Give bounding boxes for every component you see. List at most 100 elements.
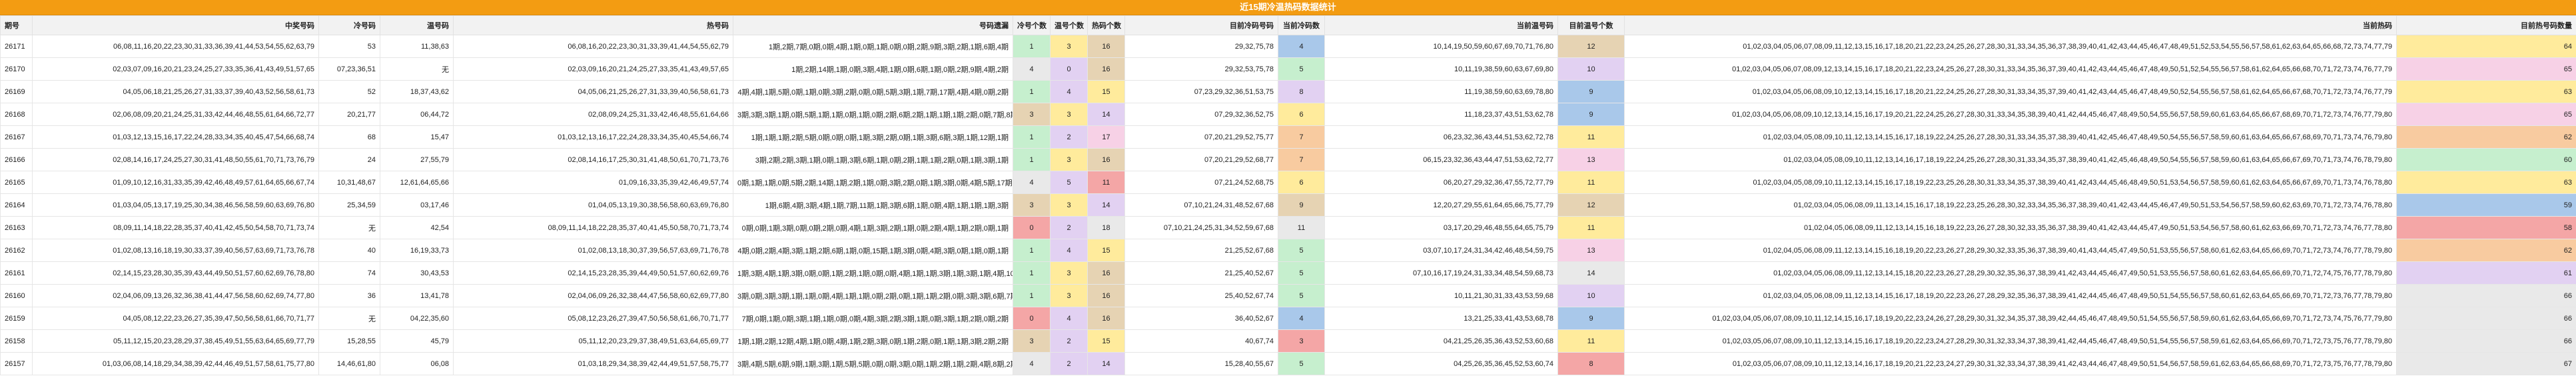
cell-cur-cold: 07,20,21,29,52,75,77 [1124, 125, 1278, 149]
cell-cold-count: 1 [1013, 239, 1051, 262]
table-row: 26169 04,05,06,18,21,25,26,27,31,33,37,39… [0, 80, 2576, 103]
cell-cur-warm: 13,21,25,33,41,43,53,68,78 [1324, 307, 1558, 330]
cell-warm-count: 3 [1050, 193, 1088, 217]
cell-cur-cold: 07,23,29,32,36,51,53,75 [1124, 80, 1278, 103]
cell-hot: 01,09,16,33,35,39,42,46,49,57,74 [453, 171, 733, 194]
cell-issue: 26168 [0, 103, 33, 126]
cell-hot: 04,05,06,21,25,26,27,31,33,39,40,56,58,6… [453, 80, 733, 103]
cell-cur-hot-count: 61 [2396, 261, 2576, 285]
cell-cold: 25,34,59 [318, 193, 380, 217]
cell-cur-hot-count: 66 [2396, 284, 2576, 307]
cell-cur-cold: 36,40,52,67 [1124, 307, 1278, 330]
cell-cur-warm-count: 9 [1557, 103, 1625, 126]
cell-hot: 05,11,12,20,23,29,37,38,49,51,63,64,65,6… [453, 329, 733, 353]
cell-cold: 36 [318, 284, 380, 307]
cell-cur-warm: 04,21,25,26,35,36,43,52,53,60,68 [1324, 329, 1558, 353]
cell-cur-warm-count: 9 [1557, 307, 1625, 330]
cell-issue: 26160 [0, 284, 33, 307]
cell-cur-cold-count: 6 [1278, 171, 1325, 194]
cell-issue: 26164 [0, 193, 33, 217]
cell-cur-hot: 01,02,03,04,05,06,08,09,10,12,13,14,15,1… [1624, 103, 2397, 126]
cell-cur-warm: 06,20,27,29,32,36,47,55,72,77,79 [1324, 171, 1558, 194]
cell-miss: 0期,1期,1期,0期,5期,2期,14期,1期,2期,1期,0期,3期,2期,… [733, 171, 1013, 194]
cell-issue: 26157 [0, 352, 33, 375]
cell-warm: 30,43,53 [380, 261, 454, 285]
cell-cold: 15,28,55 [318, 329, 380, 353]
cell-cur-hot-count: 59 [2396, 193, 2576, 217]
cell-cur-cold-count: 5 [1278, 284, 1325, 307]
cell-hot: 08,09,11,14,18,22,28,35,37,40,41,45,50,5… [453, 216, 733, 239]
table-body: 26171 06,08,11,16,20,22,23,30,31,33,36,39… [0, 35, 2576, 375]
cell-warm: 13,41,78 [380, 284, 454, 307]
cell-hot: 02,14,15,23,28,35,39,44,49,50,51,57,60,6… [453, 261, 733, 285]
cell-issue: 26170 [0, 57, 33, 81]
cell-cur-warm: 11,18,23,37,43,51,53,62,78 [1324, 103, 1558, 126]
cell-cur-hot-count: 65 [2396, 57, 2576, 81]
table-row: 26159 04,05,08,12,22,23,26,27,35,39,47,50… [0, 307, 2576, 330]
cell-cur-hot-count: 63 [2396, 171, 2576, 194]
cell-cur-hot: 01,02,04,05,06,08,09,11,12,13,14,15,16,1… [1624, 216, 2397, 239]
cell-warm-count: 5 [1050, 171, 1088, 194]
cell-warm: 15,47 [380, 125, 454, 149]
cell-miss: 4期,4期,1期,5期,0期,1期,0期,3期,2期,0期,0期,5期,3期,1… [733, 80, 1013, 103]
cell-cold: 40 [318, 239, 380, 262]
cell-warm: 18,37,43,62 [380, 80, 454, 103]
cell-cold-count: 1 [1013, 284, 1051, 307]
cell-hot-count: 16 [1087, 261, 1125, 285]
cell-cur-hot: 01,02,03,04,05,08,09,10,11,12,13,14,16,1… [1624, 148, 2397, 171]
cell-cold: 52 [318, 80, 380, 103]
cell-cold-count: 0 [1013, 307, 1051, 330]
cell-hot: 05,08,12,23,26,27,39,47,50,56,58,61,66,7… [453, 307, 733, 330]
cell-cold-count: 1 [1013, 148, 1051, 171]
cell-hot: 02,08,14,16,17,25,30,31,41,48,50,61,70,7… [453, 148, 733, 171]
cell-issue: 26167 [0, 125, 33, 149]
cell-warm-count: 2 [1050, 125, 1088, 149]
cell-cur-cold: 21,25,40,52,67 [1124, 261, 1278, 285]
cell-cur-warm-count: 10 [1557, 284, 1625, 307]
col-cur-cold: 目前冷码号码 [1124, 15, 1278, 35]
cell-issue: 26169 [0, 80, 33, 103]
cell-cur-warm-count: 10 [1557, 57, 1625, 81]
table-row: 26161 02,14,15,23,28,30,35,39,43,44,49,50… [0, 261, 2576, 285]
cell-warm: 06,08 [380, 352, 454, 375]
cell-miss: 1期,3期,4期,1期,3期,0期,0期,1期,2期,1期,0期,0期,4期,1… [733, 261, 1013, 285]
cell-winning: 02,14,15,23,28,30,35,39,43,44,49,50,51,5… [32, 261, 319, 285]
cell-winning: 05,11,12,15,20,23,28,29,37,38,45,49,51,5… [32, 329, 319, 353]
cell-hot-count: 16 [1087, 148, 1125, 171]
cell-cur-hot-count: 62 [2396, 239, 2576, 262]
cell-cold-count: 3 [1013, 329, 1051, 353]
cell-cur-warm-count: 9 [1557, 80, 1625, 103]
cell-cur-warm-count: 12 [1557, 193, 1625, 217]
cell-warm-count: 3 [1050, 261, 1088, 285]
stats-table: 期号 中奖号码 冷号码 温号码 热号码 号码遗漏 冷号个数 温号个数 热码个数 … [0, 15, 2576, 375]
cell-cur-hot-count: 67 [2396, 352, 2576, 375]
cell-issue: 26162 [0, 239, 33, 262]
cell-miss: 3期,3期,3期,1期,0期,5期,1期,1期,0期,1期,0期,2期,6期,2… [733, 103, 1013, 126]
cell-cur-hot: 01,02,03,04,05,06,08,09,10,12,13,14,15,1… [1624, 80, 2397, 103]
cell-cur-warm: 03,07,10,17,24,31,34,42,46,48,54,59,75 [1324, 239, 1558, 262]
cell-cur-hot-count: 64 [2396, 35, 2576, 58]
cell-warm: 45,79 [380, 329, 454, 353]
col-cold: 冷号码 [318, 15, 380, 35]
cell-issue: 26159 [0, 307, 33, 330]
cell-cur-warm-count: 11 [1557, 329, 1625, 353]
cell-cold-count: 4 [1013, 171, 1051, 194]
cell-cur-cold: 07,10,21,24,25,31,34,52,59,67,68 [1124, 216, 1278, 239]
cell-cold-count: 4 [1013, 352, 1051, 375]
table-row: 26162 01,02,08,13,16,18,19,30,33,37,39,40… [0, 239, 2576, 262]
col-warm-count: 温号个数 [1050, 15, 1088, 35]
col-cur-warm-count: 目前温号个数 [1557, 15, 1625, 35]
cell-issue: 26165 [0, 171, 33, 194]
cell-hot: 01,02,08,13,18,30,37,39,56,57,63,69,71,7… [453, 239, 733, 262]
table-row: 26170 02,03,07,09,16,20,21,23,24,25,27,33… [0, 57, 2576, 81]
cell-hot: 06,08,16,20,22,23,30,31,33,39,41,44,54,5… [453, 35, 733, 58]
cell-cur-warm: 04,25,26,35,36,45,52,53,60,74 [1324, 352, 1558, 375]
cell-winning: 02,03,07,09,16,20,21,23,24,25,27,33,35,3… [32, 57, 319, 81]
cell-cur-warm: 11,19,38,59,60,63,69,78,80 [1324, 80, 1558, 103]
cell-cur-cold: 40,67,74 [1124, 329, 1278, 353]
cell-cold: 10,31,48,67 [318, 171, 380, 194]
cell-cur-cold-count: 8 [1278, 80, 1325, 103]
cell-cur-warm: 06,15,23,32,36,43,44,47,51,53,62,72,77 [1324, 148, 1558, 171]
cell-cur-cold-count: 9 [1278, 193, 1325, 217]
cell-miss: 1期,2期,7期,0期,0期,4期,1期,0期,1期,0期,0期,2期,9期,3… [733, 35, 1013, 58]
